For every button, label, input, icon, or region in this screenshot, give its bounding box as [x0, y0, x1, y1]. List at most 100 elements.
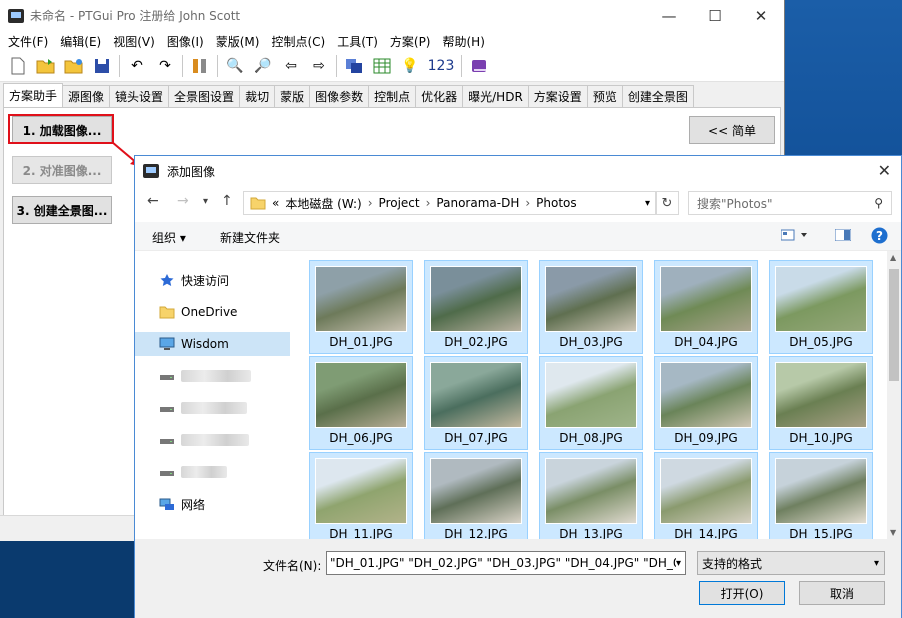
redo-icon[interactable]: ↷	[153, 54, 177, 78]
tab-lens-settings[interactable]: 镜头设置	[109, 85, 170, 107]
nav-quick-access[interactable]: 快速访问	[135, 268, 290, 292]
menu-project[interactable]: 方案(P)	[384, 33, 437, 50]
filename-input[interactable]: "DH_01.JPG" "DH_02.JPG" "DH_03.JPG" "DH_…	[326, 551, 686, 575]
file-thumbnail[interactable]: DH_13.JPG	[539, 452, 643, 540]
menu-control-points[interactable]: 控制点(C)	[265, 33, 331, 50]
panorama-editor-icon[interactable]	[342, 54, 366, 78]
file-thumbnail[interactable]: DH_11.JPG	[309, 452, 413, 540]
tab-project-assistant[interactable]: 方案助手	[3, 83, 64, 107]
open-recent-icon[interactable]	[62, 54, 86, 78]
create-panorama-button[interactable]: 3. 创建全景图...	[12, 196, 112, 224]
menu-view[interactable]: 视图(V)	[107, 33, 161, 50]
arrow-right-icon[interactable]: ⇨	[307, 54, 331, 78]
chevron-right-icon: ›	[367, 196, 373, 210]
file-thumbnail[interactable]: DH_05.JPG	[769, 260, 873, 354]
preview-pane-icon[interactable]	[834, 228, 852, 244]
address-part-project[interactable]: Project	[379, 196, 420, 210]
vertical-scrollbar[interactable]: ▲ ▼	[887, 251, 901, 539]
file-thumbnail[interactable]: DH_09.JPG	[654, 356, 758, 450]
menu-help[interactable]: 帮助(H)	[437, 33, 491, 50]
address-part-photos[interactable]: Photos	[536, 196, 576, 210]
tab-project-settings[interactable]: 方案设置	[527, 85, 588, 107]
file-thumbnail[interactable]: DH_12.JPG	[424, 452, 528, 540]
tab-preview[interactable]: 预览	[586, 85, 623, 107]
file-thumbnail[interactable]: DH_01.JPG	[309, 260, 413, 354]
dialog-bottom-bar: 文件名(N): "DH_01.JPG" "DH_02.JPG" "DH_03.J…	[135, 539, 901, 618]
file-thumbnail[interactable]: DH_02.JPG	[424, 260, 528, 354]
chevron-down-icon[interactable]: ▾	[675, 557, 681, 569]
file-thumbnail[interactable]: DH_08.JPG	[539, 356, 643, 450]
menu-edit[interactable]: 编辑(E)	[54, 33, 107, 50]
file-thumbnail[interactable]: DH_15.JPG	[769, 452, 873, 540]
tab-image-parameters[interactable]: 图像参数	[309, 85, 370, 107]
filename-label: 文件名(N):	[263, 559, 322, 573]
file-thumbnail[interactable]: DH_14.JPG	[654, 452, 758, 540]
dialog-close-button[interactable]: ✕	[878, 161, 891, 180]
table-icon[interactable]	[370, 54, 394, 78]
search-icon[interactable]: ⚲	[874, 196, 883, 210]
help-icon[interactable]: ?	[871, 227, 888, 247]
address-overflow[interactable]: «	[272, 196, 279, 210]
tab-optimizer[interactable]: 优化器	[415, 85, 464, 107]
menu-mask[interactable]: 蒙版(M)	[210, 33, 266, 50]
align-images-button[interactable]: 2. 对准图像...	[12, 156, 112, 184]
cancel-button[interactable]: 取消	[799, 581, 885, 605]
scrollbar-thumb[interactable]	[889, 269, 899, 381]
nav-onedrive[interactable]: OneDrive	[135, 300, 290, 324]
nav-drive-3[interactable]	[135, 428, 290, 452]
nav-network[interactable]: 网络	[135, 492, 290, 516]
refresh-icon[interactable]: ↻	[655, 191, 679, 215]
tab-panorama-settings[interactable]: 全景图设置	[168, 85, 241, 107]
save-icon[interactable]	[90, 54, 114, 78]
file-thumbnail[interactable]: DH_06.JPG	[309, 356, 413, 450]
menu-tools[interactable]: 工具(T)	[331, 33, 384, 50]
scroll-up-icon[interactable]: ▲	[890, 253, 896, 262]
nav-drive-2[interactable]	[135, 396, 290, 420]
file-thumbnail[interactable]: DH_04.JPG	[654, 260, 758, 354]
view-options-icon[interactable]	[780, 229, 809, 244]
file-thumbnail[interactable]: DH_07.JPG	[424, 356, 528, 450]
search-box[interactable]: 搜索"Photos" ⚲	[688, 191, 892, 215]
file-type-select[interactable]: 支持的格式 ▾	[697, 551, 885, 575]
tab-control-points[interactable]: 控制点	[368, 85, 417, 107]
menu-file[interactable]: 文件(F)	[2, 33, 54, 50]
minimize-button[interactable]: —	[646, 0, 692, 31]
address-bar[interactable]: « 本地磁盘 (W:) › Project › Panorama-DH › Ph…	[243, 191, 657, 215]
open-folder-icon[interactable]	[34, 54, 58, 78]
up-arrow-icon[interactable]: ↑	[221, 193, 233, 209]
close-button[interactable]: ✕	[738, 0, 784, 31]
open-button[interactable]: 打开(O)	[699, 581, 785, 605]
simple-mode-button[interactable]: << 简单	[689, 116, 775, 144]
address-part-panorama[interactable]: Panorama-DH	[436, 196, 519, 210]
new-folder-button[interactable]: 新建文件夹	[220, 229, 280, 246]
new-file-icon[interactable]	[6, 54, 30, 78]
back-arrow-icon[interactable]: ←	[147, 193, 159, 209]
tab-mask[interactable]: 蒙版	[274, 85, 311, 107]
zoom-in-icon[interactable]: 🔍	[223, 54, 247, 78]
maximize-button[interactable]: ☐	[692, 0, 738, 31]
lightbulb-icon[interactable]: 💡	[398, 54, 422, 78]
address-dropdown-icon[interactable]: ▾	[645, 198, 650, 209]
file-thumbnail[interactable]: DH_10.JPG	[769, 356, 873, 450]
zoom-out-icon[interactable]: 🔎	[251, 54, 275, 78]
tab-crop[interactable]: 裁切	[239, 85, 276, 107]
scroll-down-icon[interactable]: ▼	[890, 528, 896, 537]
tab-create-panorama[interactable]: 创建全景图	[621, 85, 694, 107]
organize-button[interactable]: 组织 ▾	[152, 229, 186, 246]
menu-image[interactable]: 图像(I)	[161, 33, 210, 50]
file-thumbnail[interactable]: DH_03.JPG	[539, 260, 643, 354]
address-part-drive[interactable]: 本地磁盘 (W:)	[285, 195, 361, 212]
arrow-left-icon[interactable]: ⇦	[279, 54, 303, 78]
nav-drive-4[interactable]	[135, 460, 290, 484]
tools-icon[interactable]	[188, 54, 212, 78]
numbering-button[interactable]: 123	[426, 54, 456, 78]
recent-dropdown-icon[interactable]: ▾	[203, 196, 208, 207]
nav-drive-1[interactable]	[135, 364, 290, 388]
nav-wisdom[interactable]: Wisdom	[135, 332, 290, 356]
window-title: 未命名 - PTGui Pro 注册给 John Scott	[30, 9, 241, 23]
help-book-icon[interactable]	[467, 54, 491, 78]
forward-arrow-icon[interactable]: →	[177, 193, 189, 209]
tab-exposure-hdr[interactable]: 曝光/HDR	[462, 85, 529, 107]
undo-icon[interactable]: ↶	[125, 54, 149, 78]
tab-source-images[interactable]: 源图像	[62, 85, 111, 107]
